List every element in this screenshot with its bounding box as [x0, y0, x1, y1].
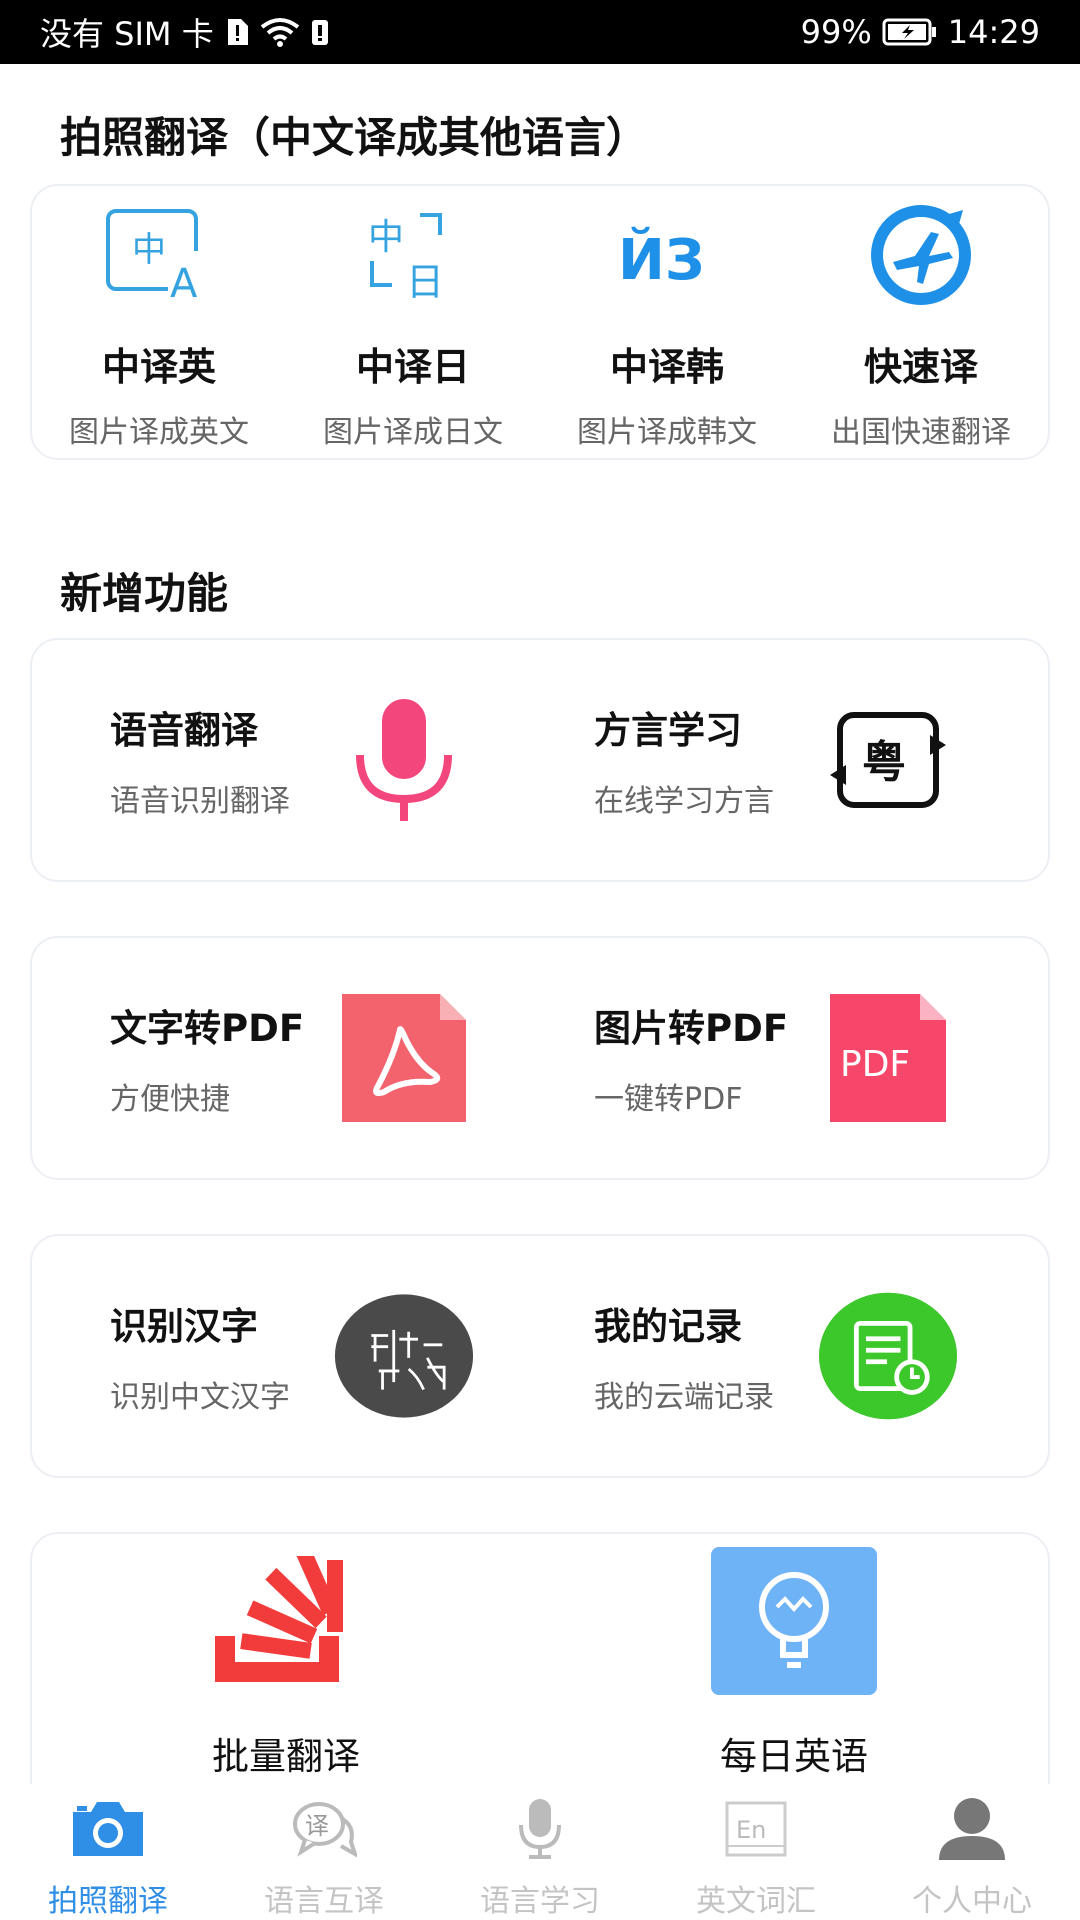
- lightbulb-icon: [709, 1546, 879, 1696]
- bottom-item-label: 批量翻译: [212, 1735, 360, 1778]
- text-to-pdf-button[interactable]: 文字转PDF 方便快捷: [32, 938, 544, 1178]
- feature-title: 语音翻译: [110, 709, 258, 752]
- stack-icon: [201, 1546, 371, 1696]
- bottom-tab-bar: 拍照翻译 译 语言互译 语言学习 En 英文词汇 个人中心: [0, 1784, 1080, 1920]
- sim-alert-icon: [224, 17, 250, 47]
- feature-title: 图片转PDF: [594, 1007, 789, 1050]
- camera-icon: [68, 1796, 148, 1862]
- zh-ja-icon: 中 日: [348, 200, 478, 310]
- tab-label: 拍照翻译: [48, 1884, 168, 1919]
- photo-section-title: 拍照翻译（中文译成其他语言）: [60, 113, 649, 162]
- zh-en-icon: 中 A: [94, 200, 224, 310]
- tab-personal-center[interactable]: 个人中心: [864, 1784, 1080, 1920]
- svg-text:日: 日: [406, 260, 444, 304]
- photo-item-zh-ko[interactable]: ЙЗ 中译韩 图片译成韩文: [540, 186, 794, 458]
- battery-percent: 99%: [800, 13, 872, 51]
- tab-language-translate[interactable]: 译 语言互译: [216, 1784, 432, 1920]
- tab-label: 语言互译: [264, 1884, 384, 1919]
- battery-charging-icon: [882, 17, 938, 47]
- pdf-file-icon: PDF: [818, 988, 958, 1128]
- microphone-icon: [334, 690, 474, 830]
- feature-title: 我的记录: [594, 1305, 742, 1348]
- photo-item-sub: 图片译成日文: [323, 415, 503, 450]
- person-icon: [932, 1796, 1012, 1862]
- pdf-glyph: PDF: [840, 1044, 910, 1085]
- tab-label: 个人中心: [912, 1884, 1032, 1919]
- chat-translate-icon: 译: [284, 1796, 364, 1862]
- bottom-feature-card: 批量翻译 每日英语: [30, 1532, 1050, 1792]
- photo-item-zh-ja[interactable]: 中 日 中译日 图片译成日文: [286, 186, 540, 458]
- feature-title: 文字转PDF: [110, 1007, 305, 1050]
- tab-english-vocabulary[interactable]: En 英文词汇: [648, 1784, 864, 1920]
- tab-label: 英文词汇: [696, 1884, 816, 1919]
- svg-text:中: 中: [132, 230, 166, 270]
- photo-item-label: 中译英: [101, 345, 216, 389]
- image-to-pdf-button[interactable]: 图片转PDF 一键转PDF PDF: [544, 938, 1048, 1178]
- photo-item-sub: 出国快速翻译: [831, 415, 1011, 450]
- feature-card-row-3: 识别汉字 识别中文汉字 我的记录 我的云端记录: [30, 1234, 1050, 1478]
- photo-item-label: 中译韩: [609, 345, 724, 389]
- feature-card-row-1: 语音翻译 语音识别翻译 方言学习 在线学习方言 粤: [30, 638, 1050, 882]
- photo-item-quick[interactable]: 快速译 出国快速翻译: [794, 186, 1048, 458]
- photo-item-sub: 图片译成英文: [69, 415, 249, 450]
- airplane-icon: [856, 200, 986, 310]
- bottom-item-label: 每日英语: [720, 1735, 868, 1778]
- tab-label: 语言学习: [480, 1884, 600, 1919]
- new-features-title: 新增功能: [60, 569, 229, 618]
- svg-text:ЙЗ: ЙЗ: [618, 227, 705, 293]
- carrier-text: 没有 SIM 卡: [40, 15, 214, 53]
- chinese-char-icon: [334, 1286, 474, 1426]
- voice-translate-button[interactable]: 语音翻译 语音识别翻译: [32, 640, 544, 880]
- dialect-icon: 粤: [818, 690, 958, 830]
- photo-item-label: 中译日: [355, 345, 470, 389]
- record-icon: [818, 1286, 958, 1426]
- feature-sub: 我的云端记录: [594, 1380, 774, 1415]
- translate-glyph: 译: [305, 1812, 329, 1840]
- photo-translate-card: 中 A 中译英 图片译成英文 中 日 中译日 图片译成日文 ЙЗ 中译韩 图片译…: [30, 184, 1050, 460]
- dialect-glyph: 粤: [862, 737, 906, 788]
- microphone-icon: [500, 1796, 580, 1862]
- en-glyph: En: [736, 1816, 766, 1844]
- status-bar: 没有 SIM 卡 99% 14:29: [0, 0, 1080, 64]
- feature-title: 方言学习: [594, 709, 742, 752]
- zh-ko-icon: ЙЗ: [602, 200, 732, 310]
- my-records-button[interactable]: 我的记录 我的云端记录: [544, 1236, 1048, 1476]
- photo-item-label: 快速译: [863, 345, 978, 389]
- acrobat-file-icon: [334, 988, 474, 1128]
- feature-sub: 识别中文汉字: [110, 1380, 290, 1415]
- recognize-chinese-button[interactable]: 识别汉字 识别中文汉字: [32, 1236, 544, 1476]
- daily-english-button[interactable]: 每日英语: [540, 1534, 1048, 1792]
- photo-item-zh-en[interactable]: 中 A 中译英 图片译成英文: [32, 186, 286, 458]
- feature-sub: 一键转PDF: [594, 1082, 743, 1117]
- feature-sub: 在线学习方言: [594, 784, 774, 819]
- dialect-learning-button[interactable]: 方言学习 在线学习方言 粤: [544, 640, 1048, 880]
- tab-language-learning[interactable]: 语言学习: [432, 1784, 648, 1920]
- batch-translate-button[interactable]: 批量翻译: [32, 1534, 540, 1792]
- feature-title: 识别汉字: [110, 1305, 258, 1348]
- photo-item-sub: 图片译成韩文: [577, 415, 757, 450]
- clock: 14:29: [947, 13, 1040, 51]
- phone-alert-icon: [310, 17, 330, 47]
- english-book-icon: En: [716, 1796, 796, 1862]
- svg-text:A: A: [170, 261, 198, 305]
- tab-photo-translate[interactable]: 拍照翻译: [0, 1784, 216, 1920]
- feature-card-row-2: 文字转PDF 方便快捷 图片转PDF 一键转PDF PDF: [30, 936, 1050, 1180]
- feature-sub: 方便快捷: [110, 1082, 230, 1117]
- svg-text:中: 中: [368, 217, 404, 258]
- wifi-icon: [260, 17, 300, 47]
- feature-sub: 语音识别翻译: [110, 784, 290, 819]
